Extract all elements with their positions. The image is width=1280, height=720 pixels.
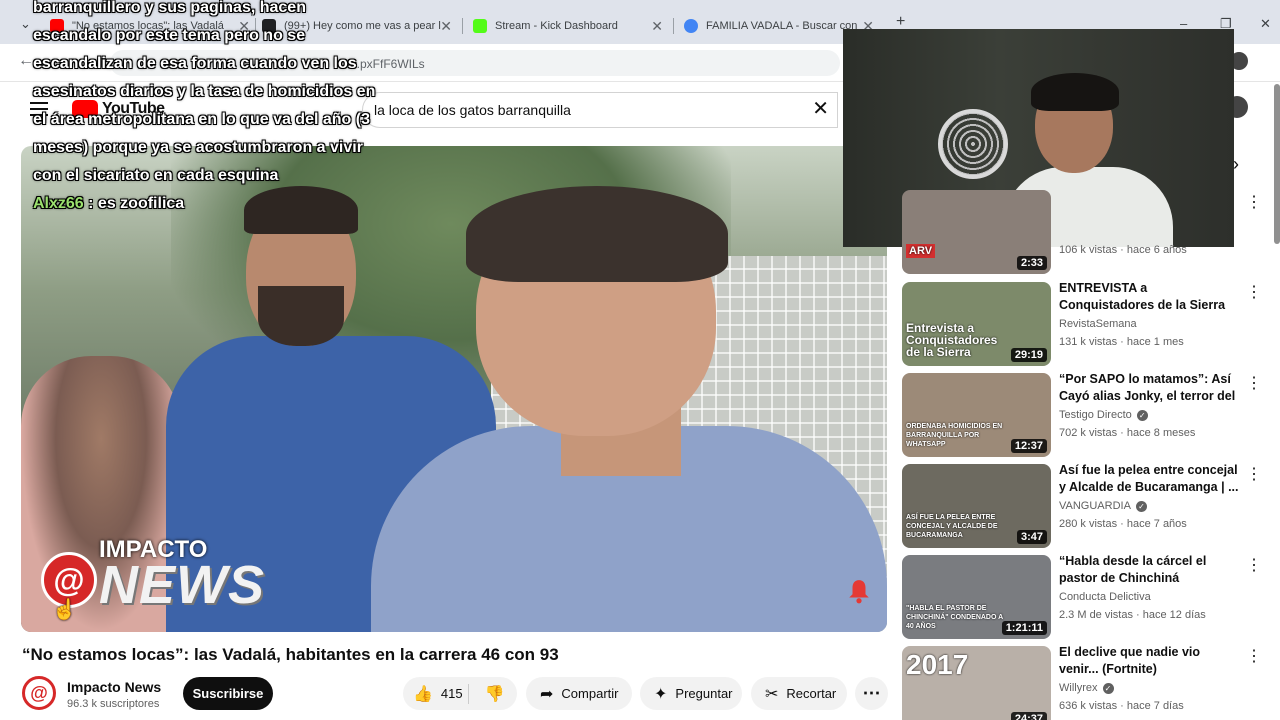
recommended-video[interactable]: 2017 24:37 El declive que nadie vio veni…	[902, 644, 1272, 720]
channel-avatar[interactable]: @	[22, 676, 56, 710]
recommended-video[interactable]: ARV 2:33 106 k vistas · hace 6 años	[902, 190, 1272, 274]
video-thumbnail[interactable]: ASÍ FUE LA PELEA ENTRE CONCEJAL Y ALCALD…	[902, 464, 1051, 548]
thumbs-down-icon[interactable]: 👎	[485, 684, 505, 704]
search-input[interactable]: la loca de los gatos barranquilla ✕	[362, 92, 838, 128]
more-options-icon[interactable]: ⋮	[1246, 646, 1262, 666]
thumbs-up-icon[interactable]: 👍	[413, 684, 433, 704]
chip-next-arrow-icon[interactable]: ›	[1233, 154, 1239, 175]
video-thumbnail[interactable]: ARV 2:33	[902, 190, 1051, 274]
browser-tab-3[interactable]: Stream - Kick Dashboard ✕	[473, 14, 663, 38]
close-window-icon[interactable]: ✕	[1260, 16, 1271, 32]
fan-object	[938, 109, 1008, 179]
chat-message: Alxz66 : es zoofilica	[33, 190, 378, 218]
share-button[interactable]: ➦ Compartir	[526, 677, 632, 710]
screen: ⌄ "No estamos locas": las Vadalá ✕ (99+)…	[0, 0, 1280, 720]
video-meta: 636 k vistas · hace 7 días	[1059, 700, 1184, 712]
video-duration: 24:37	[1010, 712, 1047, 720]
woman-in-blue-shirt	[371, 186, 887, 632]
tab-divider	[462, 18, 463, 34]
thumbnail-caption: ASÍ FUE LA PELEA ENTRE CONCEJAL Y ALCALD…	[906, 514, 998, 539]
more-options-icon[interactable]: ⋮	[1246, 464, 1262, 484]
thumbnail-caption: ORDENABA HOMICIDIOS EN BARRANQUILLA POR …	[906, 423, 1003, 448]
close-tab-icon[interactable]: ✕	[651, 18, 663, 35]
ask-button[interactable]: ✦ Preguntar	[640, 677, 742, 710]
subscriber-count: 96.3 k suscriptores	[67, 698, 160, 710]
clip-button[interactable]: ✂ Recortar	[751, 677, 847, 710]
video-thumbnail[interactable]: 2017 24:37	[902, 646, 1051, 720]
video-title[interactable]: El declive que nadie vio venir... (Fortn…	[1059, 644, 1241, 678]
more-actions-button[interactable]: ⋯	[855, 677, 888, 710]
recommended-video[interactable]: ORDENABA HOMICIDIOS EN BARRANQUILLA POR …	[902, 371, 1272, 457]
like-count[interactable]: 415	[441, 686, 463, 701]
video-title[interactable]: “Por SAPO lo matamos”: Así Cayó alias Jo…	[1059, 371, 1241, 405]
verified-icon: ✓	[1136, 409, 1148, 421]
video-title[interactable]: ENTREVISTA a Conquistadores de la Sierra…	[1059, 280, 1241, 314]
tab-title: Stream - Kick Dashboard	[495, 20, 618, 32]
thumbnail-caption: Entrevista a Conquistadores de la Sierra	[906, 321, 998, 359]
video-duration: 12:37	[1010, 439, 1047, 453]
clip-label: Recortar	[786, 686, 837, 701]
chat-message: barranquillero y sus paginas, hacen esca…	[33, 0, 376, 184]
kick-favicon-icon	[473, 19, 487, 33]
page-scrollbar[interactable]	[1274, 84, 1280, 244]
more-options-icon[interactable]: ⋮	[1246, 282, 1262, 302]
video-channel[interactable]: RevistaSemana	[1059, 318, 1137, 330]
video-thumbnail[interactable]: ORDENABA HOMICIDIOS EN BARRANQUILLA POR …	[902, 373, 1051, 457]
thumbnail-caption: 2017	[906, 649, 969, 680]
chat-text: : es zoofilica	[88, 195, 185, 212]
sparkle-icon: ✦	[654, 685, 668, 703]
bell-icon	[849, 580, 869, 604]
video-meta: 702 k vistas · hace 8 meses	[1059, 427, 1196, 439]
video-thumbnail[interactable]: "HABLA EL PASTOR DE CHINCHINÁ" CONDENADO…	[902, 555, 1051, 639]
clear-search-icon[interactable]: ✕	[812, 99, 829, 119]
video-meta: 106 k vistas · hace 6 años	[1059, 244, 1187, 256]
more-options-icon[interactable]: ⋮	[1246, 373, 1262, 393]
recommended-video[interactable]: "HABLA EL PASTOR DE CHINCHINÁ" CONDENADO…	[902, 553, 1272, 639]
share-icon: ➦	[540, 685, 554, 703]
tab-divider	[673, 18, 674, 34]
video-channel[interactable]: Willyrex ✓	[1059, 682, 1114, 694]
video-title: “No estamos locas”: las Vadalá, habitant…	[22, 645, 559, 664]
stream-chat-overlay: barranquillero y sus paginas, hacen esca…	[33, 0, 378, 218]
video-player[interactable]: @ IMPACTO NEWS	[21, 146, 887, 632]
video-duration: 3:47	[1016, 530, 1047, 544]
video-meta: 131 k vistas · hace 1 mes	[1059, 336, 1184, 348]
close-tab-icon[interactable]: ✕	[440, 18, 452, 35]
like-divider	[468, 684, 469, 704]
scissors-icon: ✂	[765, 685, 779, 703]
channel-name[interactable]: Impacto News	[67, 679, 161, 695]
video-meta: 280 k vistas · hace 7 años	[1059, 518, 1187, 530]
video-channel[interactable]: Conducta Delictiva	[1059, 591, 1151, 603]
video-title[interactable]: Así fue la pelea entre concejal y Alcald…	[1059, 462, 1241, 496]
tab-search-icon[interactable]: ⌄	[20, 16, 31, 32]
verified-icon: ✓	[1135, 500, 1147, 512]
recommended-video[interactable]: Entrevista a Conquistadores de la Sierra…	[902, 280, 1272, 366]
video-duration: 29:19	[1010, 348, 1047, 362]
like-dislike-group: 👍 415 👎	[403, 677, 517, 710]
watermark-bottom-text: NEWS	[99, 555, 265, 615]
thumbnail-caption: "HABLA EL PASTOR DE CHINCHINÁ" CONDENADO…	[906, 605, 1003, 630]
recommended-video[interactable]: ASÍ FUE LA PELEA ENTRE CONCEJAL Y ALCALD…	[902, 462, 1272, 548]
thumbnail-caption: ARV	[906, 244, 936, 258]
more-options-icon[interactable]: ⋮	[1246, 555, 1262, 575]
video-title[interactable]: “Habla desde la cárcel el pastor de Chin…	[1059, 553, 1241, 587]
google-favicon-icon	[684, 19, 698, 33]
ask-label: Preguntar	[675, 686, 733, 701]
subscribe-button[interactable]: Suscribirse	[183, 677, 273, 710]
verified-icon: ✓	[1102, 682, 1114, 694]
video-duration: 1:21:11	[1001, 621, 1047, 635]
search-query: la loca de los gatos barranquilla	[374, 102, 571, 118]
video-channel[interactable]: VANGUARDIA ✓	[1059, 500, 1147, 512]
tab-title: FAMILIA VADALA - Buscar con	[706, 20, 858, 32]
video-duration: 2:33	[1016, 256, 1047, 270]
video-thumbnail[interactable]: Entrevista a Conquistadores de la Sierra…	[902, 282, 1051, 366]
chat-username: Alxz66	[33, 195, 84, 212]
back-arrow-icon[interactable]: ←	[18, 52, 34, 70]
share-label: Compartir	[561, 686, 619, 701]
video-channel[interactable]: Testigo Directo ✓	[1059, 409, 1148, 421]
video-meta: 2.3 M de vistas · hace 12 días	[1059, 609, 1206, 621]
mouse-cursor-icon: ☝	[52, 599, 77, 621]
